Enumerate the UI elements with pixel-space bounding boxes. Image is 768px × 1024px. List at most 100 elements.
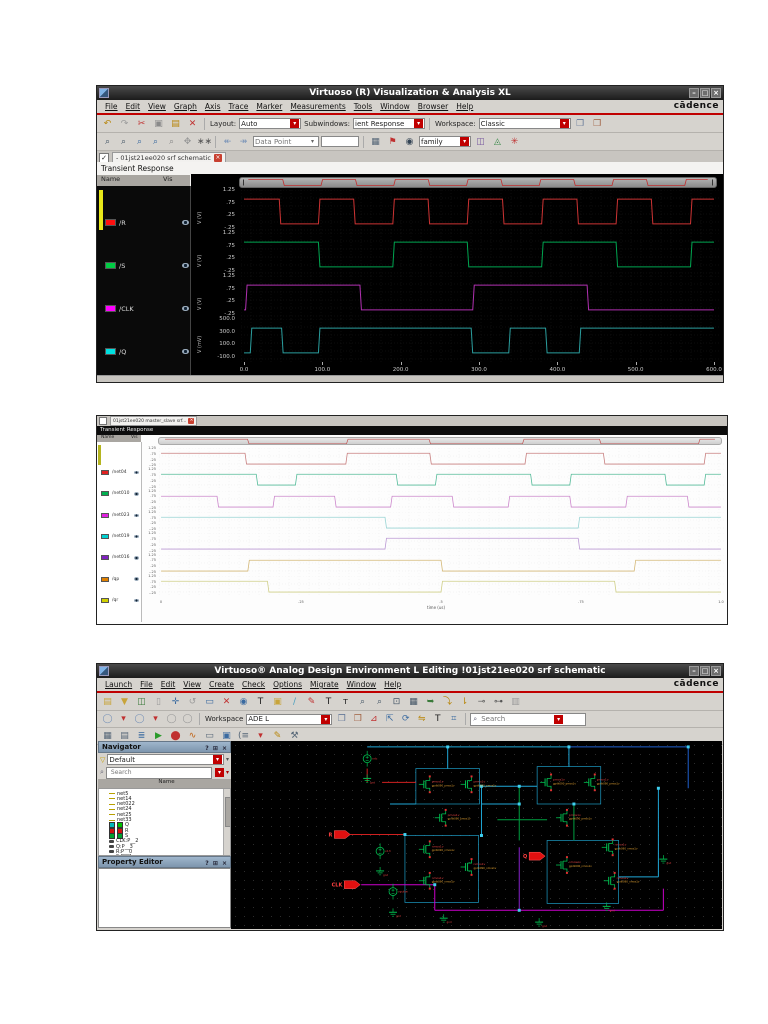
mid-name-column-header[interactable]: Name xyxy=(97,435,127,442)
mid-signal-row[interactable]: /net019 xyxy=(101,534,139,540)
mid-tab-close-icon[interactable]: × xyxy=(188,418,195,424)
close-button[interactable]: × xyxy=(711,666,721,676)
schematic-pin[interactable]: R xyxy=(329,830,351,839)
mosfet-device[interactable]: pmos1vgpdk090_pmos1v xyxy=(583,773,620,792)
new-window-icon[interactable]: ❐ xyxy=(573,117,588,131)
new-workspace-icon[interactable]: ❐ xyxy=(334,712,349,726)
menu-help[interactable]: Help xyxy=(380,680,405,689)
mid-visibility-eye-icon[interactable] xyxy=(134,470,139,475)
family-combo-arrow[interactable]: ▾ xyxy=(460,137,469,146)
flip-icon[interactable]: ⇋ xyxy=(414,712,429,726)
value-field[interactable] xyxy=(321,136,359,147)
forward-icon[interactable]: ◯ xyxy=(132,712,147,726)
new-cellview-icon[interactable]: ▤ xyxy=(100,695,115,709)
menu-axis[interactable]: Axis xyxy=(201,102,225,111)
descend-icon[interactable]: ⇂ xyxy=(457,695,472,709)
rotate2-icon[interactable]: ⟳ xyxy=(398,712,413,726)
menu-launch[interactable]: Launch xyxy=(101,680,136,689)
mid-signal-row[interactable]: /qr xyxy=(101,597,139,603)
menu-measurements[interactable]: Measurements xyxy=(286,102,349,111)
ruler-icon[interactable]: ⌗ xyxy=(446,712,461,726)
next-marker-icon[interactable]: ↠ xyxy=(236,135,251,149)
schematic-canvas[interactable]: pmos1v gpdk090_pmos1v pmos1v gpdk090_pmos1v… xyxy=(231,741,722,929)
overlay-icon[interactable]: ◬ xyxy=(490,135,505,149)
mosfet-device[interactable]: nmos1vgpdk090_nmos1v xyxy=(418,840,455,859)
delete-icon[interactable]: ✕ xyxy=(185,117,200,131)
refresh-icon[interactable]: ✳ xyxy=(507,135,522,149)
mid-signal-row[interactable]: /qp xyxy=(101,576,139,582)
undo-icon[interactable]: ↶ xyxy=(100,117,115,131)
mosfet-device[interactable]: pmos1vgpdk090_pmos1v xyxy=(540,773,576,792)
flag-icon[interactable]: ⚑ xyxy=(385,135,400,149)
label-small-icon[interactable]: т xyxy=(338,695,353,709)
workspace-combo-arrow[interactable]: ▾ xyxy=(559,119,569,128)
navigator-header[interactable]: Navigator ? ⊞ × xyxy=(98,741,231,753)
schematic-pin[interactable]: Q xyxy=(523,851,546,861)
ade-workspace-combo[interactable]: ADE L ▾ xyxy=(246,713,333,725)
move-icon[interactable]: ✛ xyxy=(168,695,183,709)
delete-icon[interactable]: ✕ xyxy=(219,695,234,709)
strip-chart-icon[interactable]: ◫ xyxy=(473,135,488,149)
navigator-search-arrow[interactable]: ▾ xyxy=(214,768,224,777)
layout-combo-arrow[interactable]: ▾ xyxy=(290,119,300,128)
navigator-filter-arrow[interactable]: ▾ xyxy=(212,755,222,764)
cut-icon[interactable]: ✂ xyxy=(134,117,149,131)
zoom-out-icon[interactable]: ⌕ xyxy=(116,135,131,149)
family-combo[interactable]: family ▾ xyxy=(419,136,471,147)
ade-search-combo-arrow[interactable]: ▾ xyxy=(554,714,564,724)
menu-window[interactable]: Window xyxy=(376,102,414,111)
voltage-source[interactable]: v13 xyxy=(375,843,391,860)
close-button[interactable]: × xyxy=(711,88,721,98)
mosfet-device[interactable]: pmos1vgpdk090_pmos1v xyxy=(434,808,471,827)
down-hierarchy-icon[interactable]: ⤵ xyxy=(440,695,455,709)
stretch-icon[interactable]: ⇱ xyxy=(382,712,397,726)
menu-options[interactable]: Options xyxy=(269,680,306,689)
navigator-filter-combo[interactable]: Default ▾ xyxy=(107,754,224,765)
up-hierarchy-icon[interactable]: ➥ xyxy=(423,695,438,709)
mid-signal-row[interactable]: /net016 xyxy=(101,555,139,561)
menu-help[interactable]: Help xyxy=(452,102,477,111)
menu-view[interactable]: View xyxy=(144,102,170,111)
ade-titlebar[interactable]: Virtuoso® Analog Design Environment L Ed… xyxy=(97,664,723,678)
menu-graph[interactable]: Graph xyxy=(170,102,201,111)
mid-signal-row[interactable]: /net010 xyxy=(101,491,139,497)
menu-edit[interactable]: Edit xyxy=(157,680,180,689)
prev-marker-icon[interactable]: ↞ xyxy=(220,135,235,149)
maximize-button[interactable]: □ xyxy=(700,88,710,98)
wire-icon[interactable]: ∕ xyxy=(287,695,302,709)
mosfet-device[interactable]: pmos1vgpdk090_pmos1v xyxy=(418,775,455,794)
menu-marker[interactable]: Marker xyxy=(252,102,286,111)
plug-icon[interactable]: ⊶ xyxy=(491,695,506,709)
menu-window[interactable]: Window xyxy=(343,680,381,689)
subwindows-combo[interactable]: ient Response ▾ xyxy=(353,118,426,129)
fit-window-icon[interactable]: ▦ xyxy=(406,695,421,709)
zoom-fit-icon[interactable]: ⊡ xyxy=(389,695,404,709)
visibility-eye-icon[interactable] xyxy=(182,220,189,225)
mosfet-device[interactable]: nmos1vgpdk090_nmos1v xyxy=(601,838,638,857)
reload-icon[interactable]: ◯ xyxy=(180,712,195,726)
delete-workspace-icon[interactable]: ❒ xyxy=(350,712,365,726)
redo-icon[interactable]: ↷ xyxy=(117,117,132,131)
ade-search-box[interactable]: ⌕ ▾ xyxy=(470,712,587,726)
zoom-in-icon[interactable]: ⌕ xyxy=(100,135,115,149)
signal-row[interactable]: /R xyxy=(105,218,189,228)
paste-icon[interactable]: ▤ xyxy=(168,117,183,131)
select-icon[interactable]: ⊿ xyxy=(366,712,381,726)
menu-tools[interactable]: Tools xyxy=(350,102,376,111)
voltage-source[interactable]: vdc xyxy=(362,750,378,767)
visibility-eye-icon[interactable] xyxy=(182,349,189,354)
menu-trace[interactable]: Trace xyxy=(224,102,252,111)
signal-row[interactable]: /CLK xyxy=(105,304,189,314)
viz-titlebar[interactable]: Virtuoso (R) Visualization & Analysis XL… xyxy=(97,86,723,100)
table-icon[interactable]: ▦ xyxy=(368,135,383,149)
menu-view[interactable]: View xyxy=(179,680,205,689)
mid-visibility-eye-icon[interactable] xyxy=(134,492,139,496)
overview-scroll-left-icon[interactable]: ❙ xyxy=(241,178,246,187)
maximize-button[interactable]: □ xyxy=(700,666,710,676)
home-icon[interactable]: ◯ xyxy=(164,712,179,726)
vis-column-header[interactable]: Vis xyxy=(159,175,173,186)
mid-visibility-eye-icon[interactable] xyxy=(134,577,139,581)
zoom-x-icon[interactable]: ⌕ xyxy=(132,135,147,149)
navigator-search-input[interactable] xyxy=(108,768,173,777)
property-icon[interactable]: ◉ xyxy=(236,695,251,709)
